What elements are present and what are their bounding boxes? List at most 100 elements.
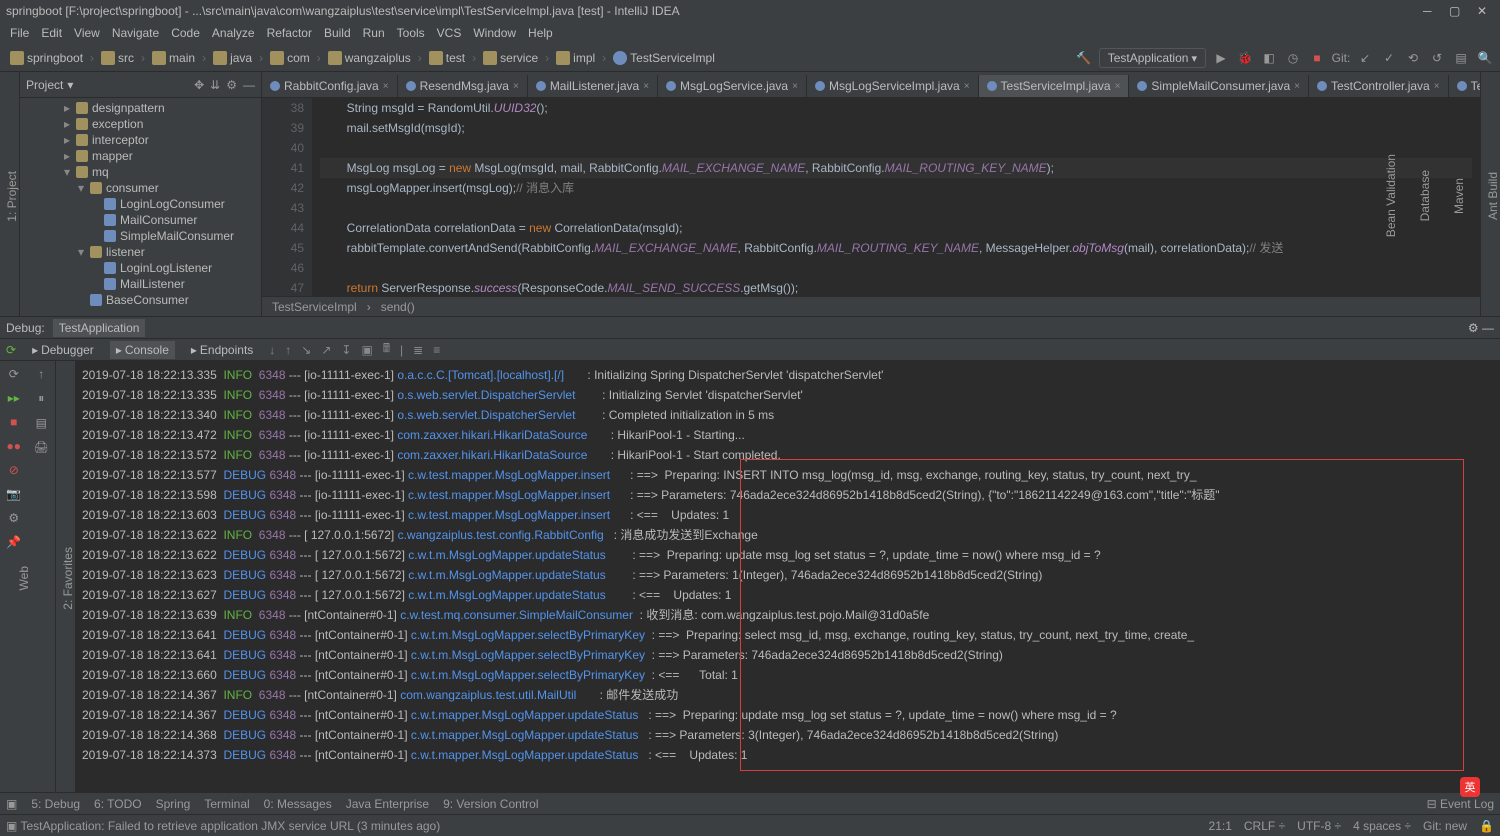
menu-analyze[interactable]: Analyze xyxy=(206,24,261,42)
step-icon[interactable]: | xyxy=(400,343,403,357)
vcs-history-icon[interactable]: ⟲ xyxy=(1404,49,1422,67)
stop-button[interactable]: ■ xyxy=(10,415,17,429)
print-icon[interactable]: 🖨 xyxy=(34,440,49,454)
hide-icon[interactable]: — xyxy=(243,78,255,92)
debug-target[interactable]: TestApplication xyxy=(53,319,146,337)
crumb-main[interactable]: main xyxy=(148,49,199,67)
vcs-commit-icon[interactable]: ✓ xyxy=(1380,49,1398,67)
crumb-TestServiceImpl[interactable]: TestServiceImpl xyxy=(609,49,719,67)
debug-icon[interactable]: 🐞 xyxy=(1236,49,1254,67)
vcs-revert-icon[interactable]: ↺ xyxy=(1428,49,1446,67)
bottom-tab-5--Debug[interactable]: 5: Debug xyxy=(31,797,80,811)
close-icon[interactable]: ✕ xyxy=(1470,4,1494,18)
step-icon[interactable]: ↘ xyxy=(301,343,311,357)
crumb-impl[interactable]: impl xyxy=(552,49,599,67)
layout-icon[interactable]: ▤ xyxy=(36,416,47,430)
step-icon[interactable]: ↧ xyxy=(341,343,351,357)
step-icon[interactable]: ↓ xyxy=(269,343,275,357)
search-icon[interactable]: 🔍 xyxy=(1476,49,1494,67)
debug-tab-endpoints[interactable]: ▸Endpoints xyxy=(185,341,259,359)
crumb-src[interactable]: src xyxy=(97,49,138,67)
indent[interactable]: 4 spaces ÷ xyxy=(1353,819,1411,833)
close-tab-icon[interactable]: × xyxy=(513,81,519,92)
bottom-tab-0--Messages[interactable]: 0: Messages xyxy=(264,797,332,811)
close-tab-icon[interactable]: × xyxy=(964,81,970,92)
tab-SimpleMailConsumer.java[interactable]: SimpleMailConsumer.java× xyxy=(1129,75,1309,97)
menu-edit[interactable]: Edit xyxy=(35,24,68,42)
tree-node-interceptor[interactable]: ▸interceptor xyxy=(20,132,261,148)
close-tab-icon[interactable]: × xyxy=(792,81,798,92)
tool-database[interactable]: Database xyxy=(1418,170,1432,221)
step-icon[interactable]: ≣ xyxy=(413,343,423,357)
step-icon[interactable]: ↑ xyxy=(285,343,291,357)
tab-TestService.java[interactable]: TestService.java× xyxy=(1449,75,1480,97)
step-icon[interactable]: 🖩 xyxy=(383,339,390,360)
tree-node-SimpleMailConsumer[interactable]: SimpleMailConsumer xyxy=(20,228,261,244)
pause-icon[interactable]: ⏸ xyxy=(38,391,44,406)
bottom-tab-6--TODO[interactable]: 6: TODO xyxy=(94,797,142,811)
tool-web[interactable]: Web xyxy=(17,566,31,590)
tool-ant[interactable]: Ant Build xyxy=(1486,172,1500,220)
coverage-icon[interactable]: ◧ xyxy=(1260,49,1278,67)
bottom-tab-Java-Enterprise[interactable]: Java Enterprise xyxy=(346,797,429,811)
bottom-tab-Spring[interactable]: Spring xyxy=(156,797,191,811)
resume-icon[interactable]: ▸▸ xyxy=(8,391,20,405)
up-icon[interactable]: ↑ xyxy=(38,367,44,381)
ime-indicator[interactable]: 英 xyxy=(1460,777,1480,797)
project-tree[interactable]: ▸designpattern▸exception▸interceptor▸map… xyxy=(20,98,261,316)
tree-node-consumer[interactable]: ▾consumer xyxy=(20,180,261,196)
tab-MsgLogService.java[interactable]: MsgLogService.java× xyxy=(658,75,807,97)
tree-node-MailListener[interactable]: MailListener xyxy=(20,276,261,292)
maximize-icon[interactable]: ▢ xyxy=(1443,4,1467,18)
lock-icon[interactable]: 🔒 xyxy=(1479,819,1494,833)
menu-vcs[interactable]: VCS xyxy=(431,24,468,42)
debug-gear-icon[interactable]: ⚙ xyxy=(1468,321,1479,335)
step-icon[interactable]: ≡ xyxy=(433,343,440,357)
debug-tab-debugger[interactable]: ▸Debugger xyxy=(26,341,100,359)
tree-node-exception[interactable]: ▸exception xyxy=(20,116,261,132)
pin-icon[interactable]: 📌 xyxy=(6,535,21,549)
menu-window[interactable]: Window xyxy=(467,24,522,42)
restart-icon[interactable]: ⟳ xyxy=(6,343,16,357)
minimize-icon[interactable]: ─ xyxy=(1415,4,1439,18)
bottom-tab-Terminal[interactable]: Terminal xyxy=(204,797,249,811)
run-icon[interactable]: ▶ xyxy=(1212,49,1230,67)
close-tab-icon[interactable]: × xyxy=(1294,81,1300,92)
code-lines[interactable]: String msgId = RandomUtil.UUID32(); mail… xyxy=(312,98,1480,296)
mute-breakpoints-icon[interactable]: ⊘ xyxy=(9,463,19,477)
close-tab-icon[interactable]: × xyxy=(643,81,649,92)
event-log[interactable]: ⊟ Event Log xyxy=(1427,797,1494,811)
tab-MsgLogServiceImpl.java[interactable]: MsgLogServiceImpl.java× xyxy=(807,75,979,97)
step-icon[interactable]: ▣ xyxy=(361,343,372,357)
menu-file[interactable]: File xyxy=(4,24,35,42)
collapse-icon[interactable]: ⇊ xyxy=(210,78,220,92)
menu-help[interactable]: Help xyxy=(522,24,559,42)
vcs-update-icon[interactable]: ↙ xyxy=(1356,49,1374,67)
tree-node-designpattern[interactable]: ▸designpattern xyxy=(20,100,261,116)
debug-tab-console[interactable]: ▸Console xyxy=(110,341,175,359)
settings-icon[interactable]: ⚙ xyxy=(8,511,19,525)
code-editor[interactable]: 38394041424344454647 String msgId = Rand… xyxy=(262,98,1480,296)
close-tab-icon[interactable]: × xyxy=(1434,81,1440,92)
rerun-icon[interactable]: ⟳ xyxy=(9,367,19,381)
tool-favorites[interactable]: 2: Favorites xyxy=(61,547,75,610)
tool-project[interactable]: 1: Project xyxy=(5,171,19,222)
tree-node-LoginLogListener[interactable]: LoginLogListener xyxy=(20,260,261,276)
tab-TestServiceImpl.java[interactable]: TestServiceImpl.java× xyxy=(979,75,1130,97)
crumb-java[interactable]: java xyxy=(209,49,256,67)
bottom-tab-9--Version-Control[interactable]: 9: Version Control xyxy=(443,797,538,811)
tab-MailListener.java[interactable]: MailListener.java× xyxy=(528,75,658,97)
tree-node-mapper[interactable]: ▸mapper xyxy=(20,148,261,164)
menu-navigate[interactable]: Navigate xyxy=(106,24,165,42)
debug-hide-icon[interactable]: — xyxy=(1482,321,1494,335)
line-separator[interactable]: CRLF ÷ xyxy=(1244,819,1285,833)
tree-node-mq[interactable]: ▾mq xyxy=(20,164,261,180)
tree-node-MailConsumer[interactable]: MailConsumer xyxy=(20,212,261,228)
step-icon[interactable]: ↗ xyxy=(321,343,331,357)
tab-RabbitConfig.java[interactable]: RabbitConfig.java× xyxy=(262,75,398,97)
tree-node-listener[interactable]: ▾listener xyxy=(20,244,261,260)
crumb-class[interactable]: TestServiceImpl xyxy=(272,300,357,314)
menu-tools[interactable]: Tools xyxy=(391,24,431,42)
close-tab-icon[interactable]: × xyxy=(1115,81,1121,92)
crumb-com[interactable]: com xyxy=(266,49,314,67)
